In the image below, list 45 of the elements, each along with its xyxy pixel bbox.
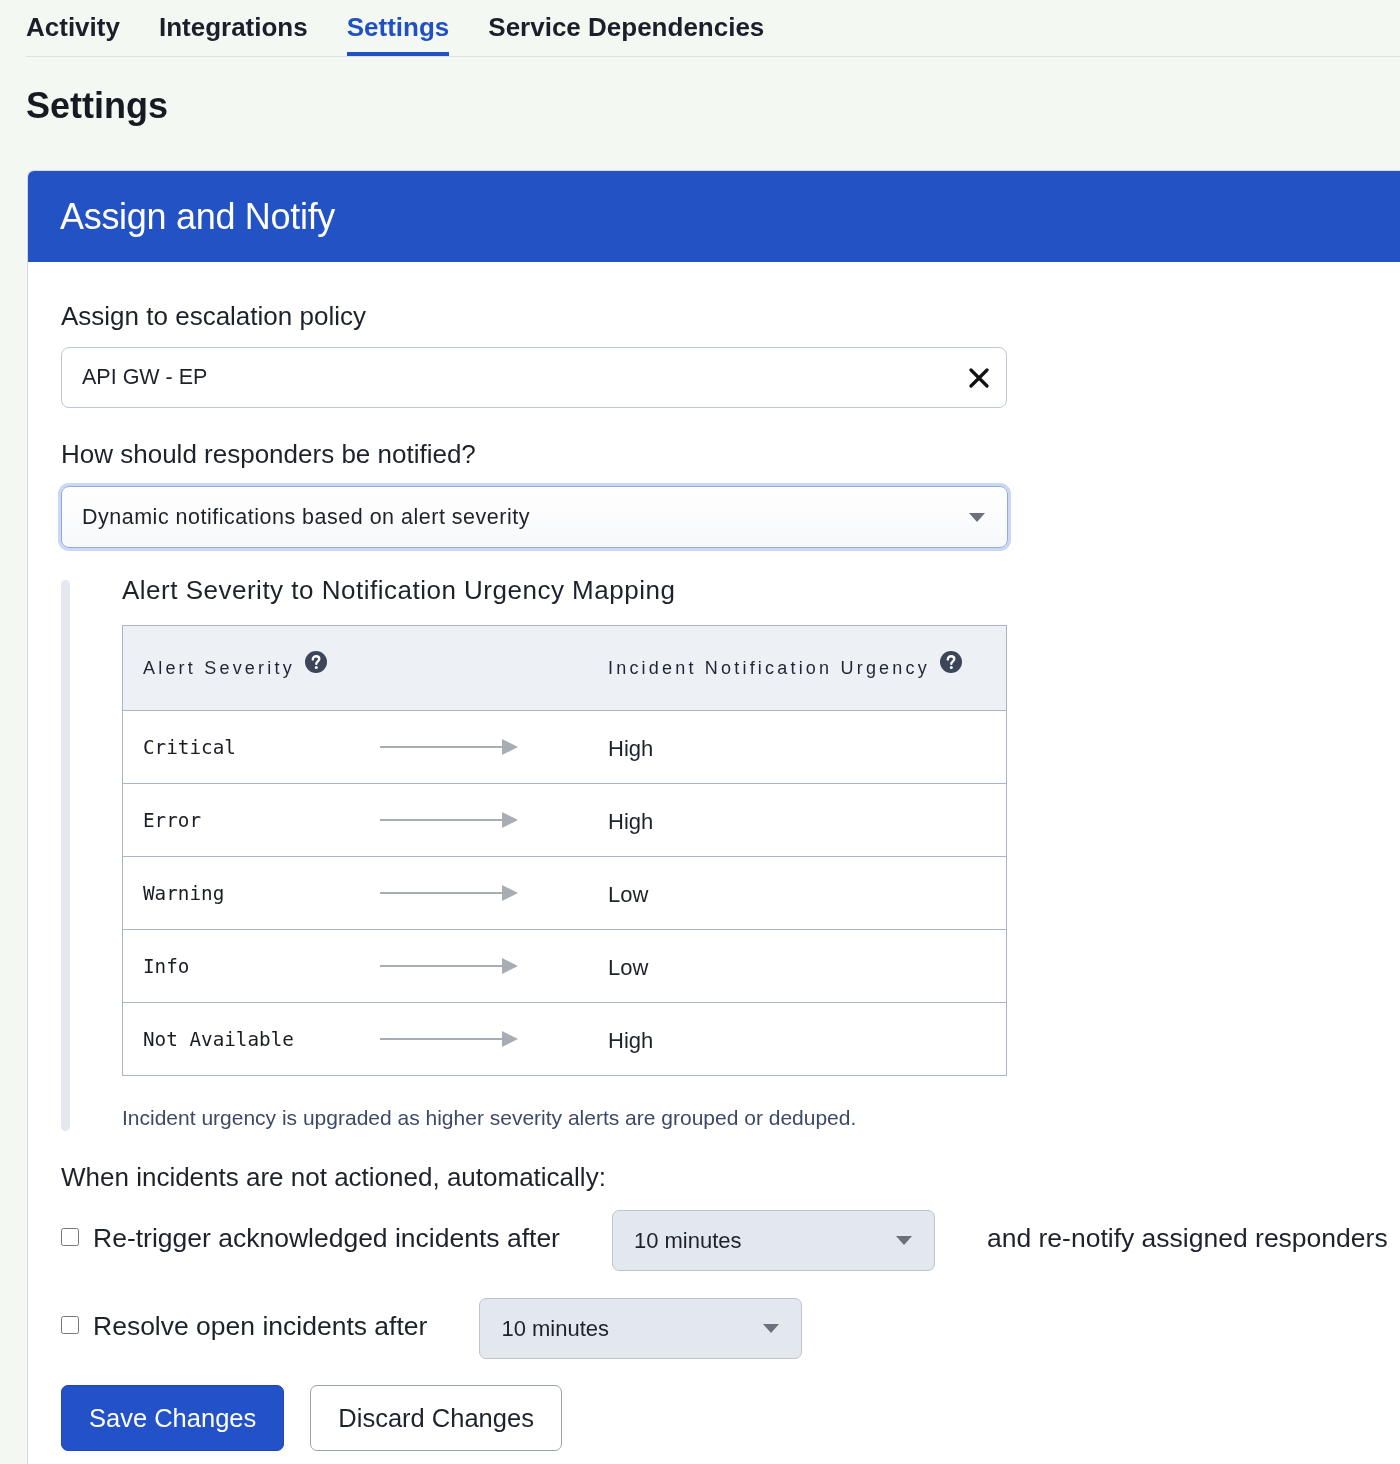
page-title: Settings — [26, 84, 168, 128]
arrow-icon — [380, 812, 518, 828]
field-label: How should responders be notified? — [61, 439, 476, 469]
field-label: When incidents are not actioned, automatically: — [61, 1162, 606, 1192]
caret-icon — [895, 1236, 912, 1245]
section-title: Alert Severity to Notification Urgency Mapping — [122, 575, 676, 605]
help-text: Incident urgency is upgraded as higher severity alerts are grouped or deduped. — [122, 1105, 857, 1131]
column-header: Incident Notification Urgency — [608, 657, 930, 679]
close-icon[interactable] — [969, 367, 989, 388]
checkbox-label: Re-trigger acknowledged incidents after — [93, 1222, 560, 1253]
tab[interactable]: Service Dependencies — [488, 0, 765, 56]
rule-suffix-text: and re-notify assigned responders — [986, 1222, 1388, 1253]
tab[interactable]: Settings — [346, 0, 450, 56]
urgency-text: High — [607, 809, 655, 835]
save-button[interactable]: Save Changes — [61, 1385, 285, 1451]
arrow-icon — [380, 1031, 518, 1047]
help-icon[interactable] — [939, 651, 962, 673]
severity-text: Warning — [142, 881, 226, 905]
severity-text: Not Available — [142, 1027, 295, 1051]
severity-text: Critical — [142, 735, 237, 759]
field-label: Assign to escalation policy — [61, 301, 366, 331]
caret-icon — [969, 512, 985, 522]
discard-button[interactable]: Discard Changes — [310, 1385, 562, 1451]
checkbox[interactable] — [61, 1315, 79, 1334]
arrow-icon — [380, 885, 518, 901]
urgency-text: High — [607, 736, 655, 762]
escalation-policy-field[interactable]: API GW - EP — [61, 347, 1007, 408]
checkbox-label: Resolve open incidents after — [93, 1310, 428, 1341]
duration-select[interactable]: 10 minutes — [611, 1210, 935, 1271]
tab[interactable]: Activity — [26, 0, 120, 56]
severity-text: Error — [142, 808, 203, 832]
duration-select[interactable]: 10 minutes — [479, 1298, 803, 1359]
arrow-icon — [380, 958, 518, 974]
caret-icon — [763, 1324, 780, 1333]
help-icon[interactable] — [304, 651, 327, 673]
urgency-text: Low — [607, 882, 650, 908]
urgency-text: Low — [607, 955, 650, 981]
column-header: Alert Severity — [143, 657, 295, 679]
card-title: Assign and Notify — [60, 195, 336, 238]
notification-select[interactable]: Dynamic notifications based on alert severity — [61, 486, 1008, 548]
urgency-text: High — [607, 1028, 655, 1054]
severity-text: Info — [142, 954, 191, 978]
tab[interactable]: Integrations — [158, 0, 308, 56]
checkbox[interactable] — [61, 1227, 79, 1246]
arrow-icon — [380, 739, 518, 755]
